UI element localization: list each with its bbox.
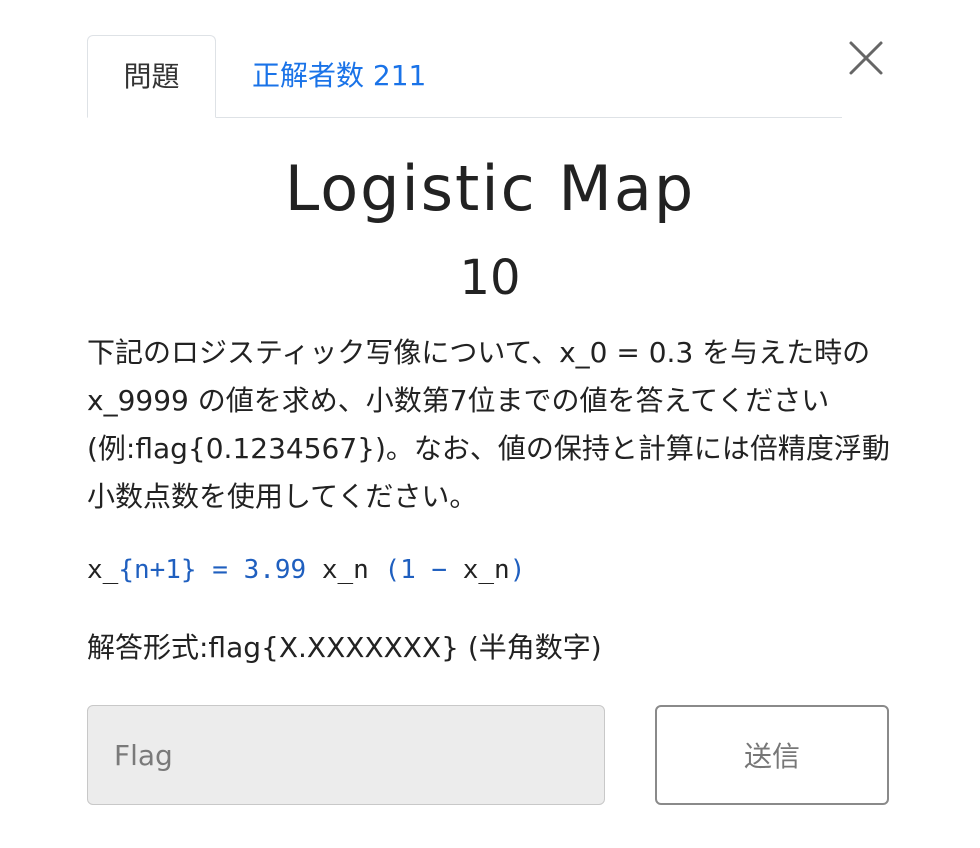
formula-part: − [415, 555, 463, 585]
flag-input[interactable] [87, 705, 605, 805]
formula-part: {n+1} [118, 555, 197, 585]
formula-part: x_ [87, 555, 119, 585]
problem-points: 10 [459, 250, 521, 306]
formula-part: ) [509, 555, 526, 585]
tab-problem[interactable]: 問題 [87, 35, 216, 118]
formula-part: (1 [384, 555, 416, 585]
close-button[interactable] [848, 40, 884, 76]
formula-part: x_n [306, 555, 385, 585]
submit-button[interactable]: 送信 [655, 705, 889, 805]
problem-description: 下記のロジスティック写像について、x_0 = 0.3 を与えた時の x_9999… [87, 336, 890, 513]
formula-part: = [196, 555, 244, 585]
formula: x_{n+1} = 3.99 x_n (1 − x_n) [87, 552, 525, 588]
formula-part: x_n [462, 555, 510, 585]
answer-format: 解答形式:flag{X.XXXXXXX} (半角数字) [87, 631, 602, 664]
formula-part: 3.99 [243, 555, 307, 585]
problem-title: Logistic Map [284, 152, 696, 225]
tab-solvers[interactable]: 正解者数 211 [252, 35, 426, 117]
close-icon [849, 41, 883, 75]
tab-bar: 問題 正解者数 211 [87, 35, 842, 118]
